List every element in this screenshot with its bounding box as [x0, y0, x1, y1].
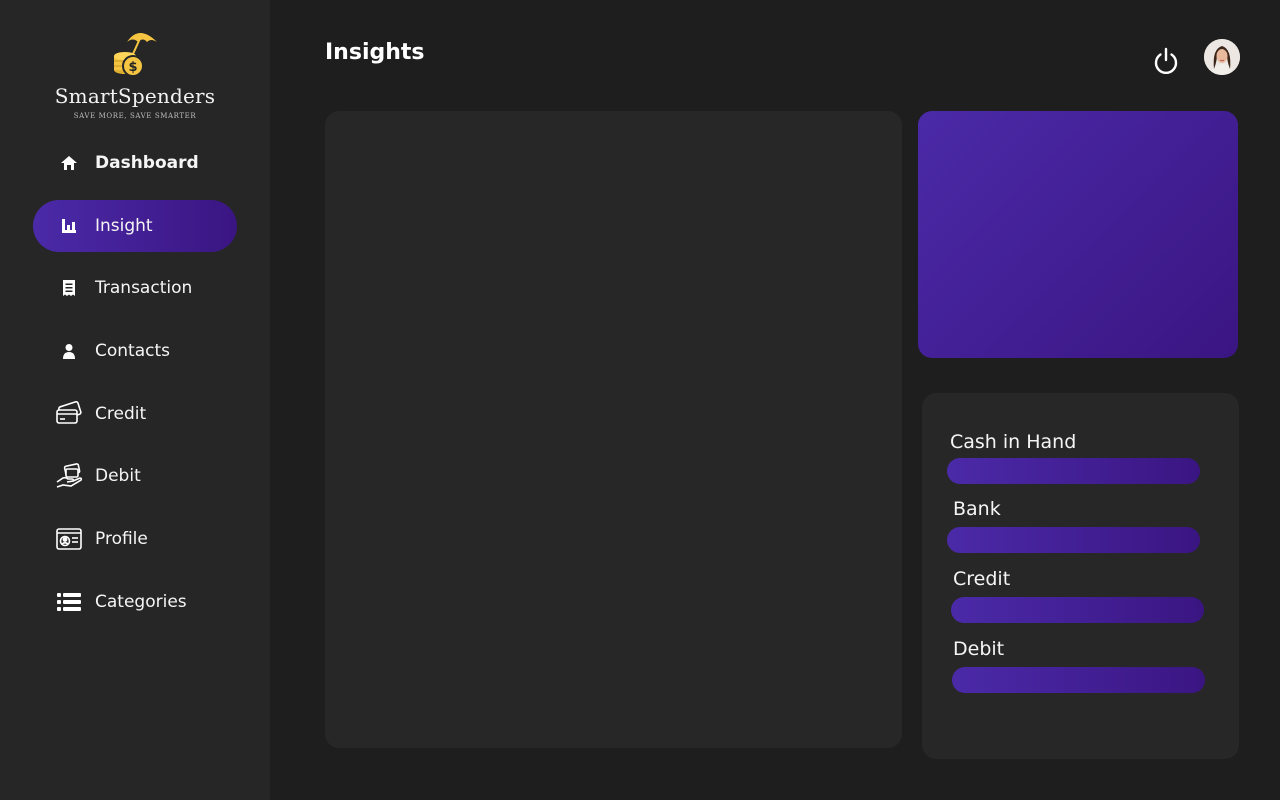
sidebar-item-debit[interactable]: Debit — [33, 450, 237, 502]
logo[interactable]: $ SmartSpenders SAVE MORE, SAVE SMARTER — [0, 28, 270, 120]
svg-text:$: $ — [128, 60, 137, 75]
sidebar-item-label: Debit — [95, 466, 141, 486]
person-icon — [55, 337, 83, 365]
sidebar-item-label: Profile — [95, 529, 148, 549]
account-label-debit: Debit — [953, 638, 1005, 660]
account-label-bank: Bank — [953, 498, 1001, 520]
home-icon — [55, 149, 83, 177]
sidebar-item-label: Categories — [95, 592, 187, 612]
sidebar-item-label: Contacts — [95, 341, 170, 361]
sidebar-item-profile[interactable]: Profile — [33, 513, 237, 565]
account-bar-debit[interactable] — [952, 667, 1205, 693]
balance-card — [918, 111, 1238, 358]
credit-cards-icon — [55, 400, 83, 428]
sidebar: $ SmartSpenders SAVE MORE, SAVE SMARTER … — [0, 0, 270, 800]
power-icon[interactable] — [1152, 46, 1180, 76]
sidebar-item-label: Credit — [95, 404, 147, 424]
sidebar-item-transaction[interactable]: Transaction — [33, 262, 237, 314]
sidebar-item-label: Transaction — [95, 278, 193, 298]
id-card-icon — [55, 525, 83, 553]
account-label-cash: Cash in Hand — [950, 431, 1077, 453]
brand-name: SmartSpenders — [54, 84, 216, 108]
sidebar-item-contacts[interactable]: Contacts — [33, 325, 237, 377]
insights-chart-panel — [325, 111, 902, 748]
sidebar-item-insight[interactable]: Insight — [33, 200, 237, 252]
bar-chart-icon — [55, 212, 83, 240]
sidebar-item-categories[interactable]: Categories — [33, 576, 237, 628]
account-bar-credit[interactable] — [951, 597, 1204, 623]
account-bar-cash[interactable] — [947, 458, 1200, 484]
sidebar-item-dashboard[interactable]: Dashboard — [33, 137, 237, 189]
sidebar-item-label: Insight — [95, 216, 153, 236]
account-label-credit: Credit — [953, 568, 1011, 590]
brand-tagline: SAVE MORE, SAVE SMARTER — [73, 112, 197, 120]
hand-card-icon — [55, 462, 83, 490]
sidebar-item-label: Dashboard — [95, 153, 199, 173]
account-bar-bank[interactable] — [947, 527, 1200, 553]
list-icon — [55, 588, 83, 616]
coins-umbrella-icon: $ — [114, 33, 157, 77]
user-avatar[interactable] — [1204, 39, 1240, 75]
receipt-icon — [55, 274, 83, 302]
sidebar-item-credit[interactable]: Credit — [33, 388, 237, 440]
accounts-panel: Cash in Hand Bank Credit Debit — [922, 393, 1239, 759]
page-title: Insights — [325, 40, 425, 65]
